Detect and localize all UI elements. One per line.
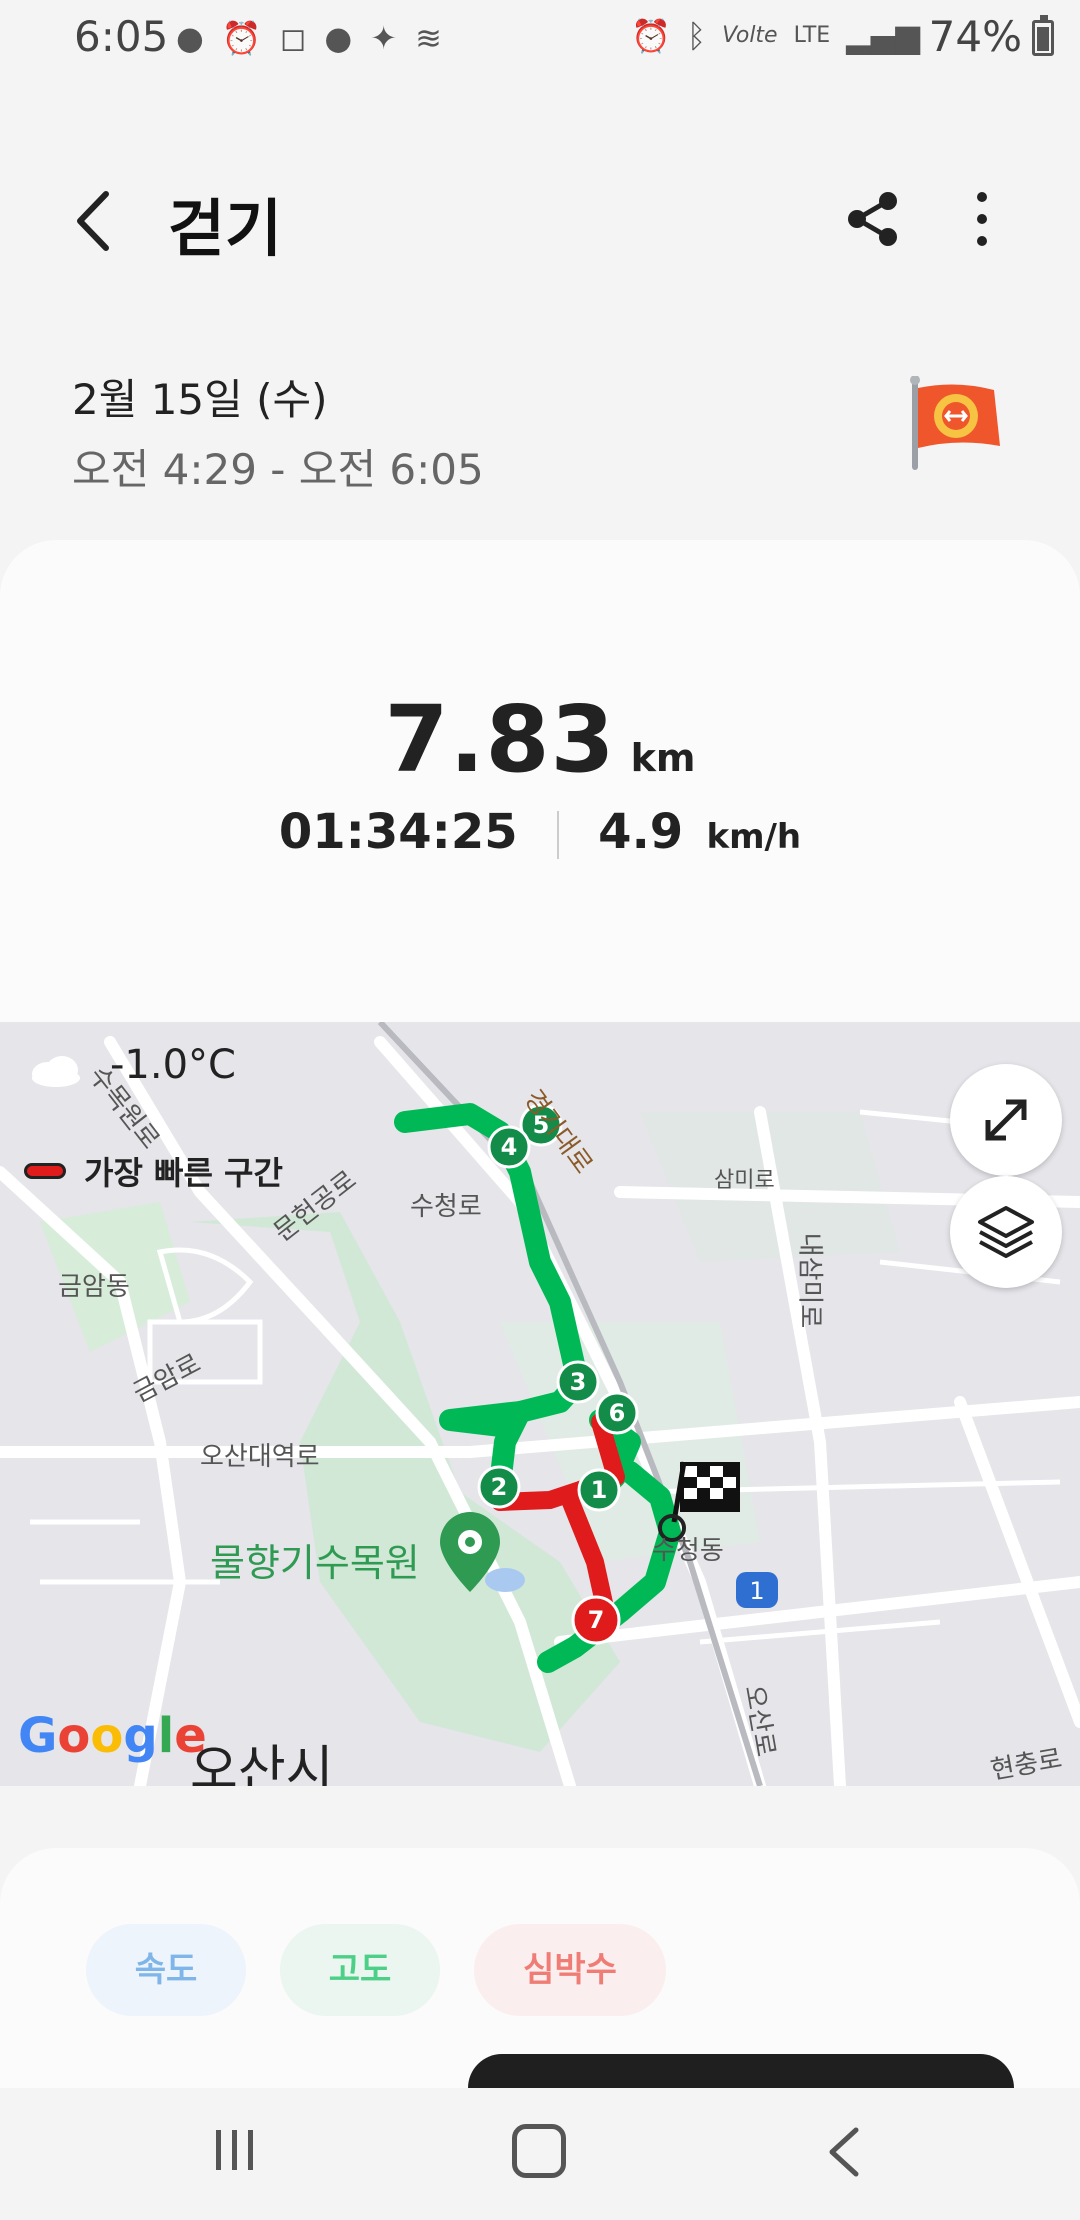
svg-text:4: 4 [501,1133,518,1161]
floating-action-bar[interactable] [468,2054,1014,2088]
alarm-icon: ⏰ [631,17,671,55]
map-layers-button[interactable] [950,1176,1062,1288]
distance-unit: km [630,736,696,780]
share-icon [848,192,897,246]
nav-back-icon[interactable] [820,2124,870,2180]
park-label: 물향기수목원 [210,1541,420,1585]
speed-value: 4.9 [598,804,684,860]
legend-swatch [24,1163,66,1179]
cloud-icon [32,1056,80,1087]
segment-marker-fastest[interactable]: 7 [570,1594,622,1646]
map-label: 오산대역로 [200,1442,320,1472]
segment-marker[interactable]: 2 [476,1464,522,1510]
status-notification-icons: ● ⏰ ◻ ● ✦ ≋ [176,18,442,58]
alarm-icon: ⏰ [221,19,262,57]
expand-map-button[interactable] [950,1064,1062,1176]
battery-icon [1032,15,1054,56]
duration-value: 01:34:25 [278,804,518,860]
svg-text:1: 1 [749,1577,764,1605]
more-options-button[interactable] [960,188,1004,250]
map-label: 삼미로 [714,1168,775,1193]
app-icon: ✦ [370,19,398,57]
map-legend: 가장 빠른 구간 [24,1148,283,1194]
volte-icon: Volte [722,23,778,48]
chevron-left-icon [77,191,109,251]
city-label: 오산시 [190,1741,334,1786]
speed-unit: km/h [706,817,802,857]
map-label: 내삼미로 [794,1232,825,1329]
svg-text:1: 1 [591,1476,608,1504]
app-header: 걷기 [0,150,1080,290]
battery-percent: 74% [928,12,1022,61]
tab-speed[interactable]: 속도 [86,1924,246,2016]
status-bar: 6:05 ● ⏰ ◻ ● ✦ ≋ ⏰ ᛒ Volte LTE ▂▄▆ 74% [0,0,1080,78]
map-label: 금암동 [58,1272,130,1302]
segment-marker[interactable]: 6 [594,1390,640,1436]
svg-text:3: 3 [570,1368,587,1396]
chat-icon: ● [324,19,353,57]
wifi-icon: ≋ [415,19,442,57]
svg-text:2: 2 [491,1473,508,1501]
chat-icon: ● [176,19,204,57]
status-time: 6:05 [74,12,169,61]
map-label: 수청동 [652,1536,724,1566]
route-map[interactable]: 5 4 3 6 2 1 7 1 수목원로 문헌공로 수청로 경기대로 삼미로 내… [0,1022,1080,1786]
map-label: 수청로 [410,1192,482,1222]
bluetooth-icon: ᛒ [686,17,707,55]
segment-marker[interactable]: 1 [576,1467,622,1513]
recent-apps-icon[interactable] [210,2124,260,2176]
flag-badge-icon[interactable] [906,375,1006,476]
session-time-range: 오전 4:29 - 오전 6:05 [72,445,484,494]
home-icon[interactable] [512,2124,566,2178]
expand-icon [985,1099,1027,1141]
lte-icon: LTE [793,23,831,48]
distance-row: 7.83 km [0,686,1080,793]
session-date: 2월 15일 (수) [72,375,328,424]
layers-icon [978,1206,1034,1258]
back-button[interactable] [66,186,126,256]
legend-label: 가장 빠른 구간 [84,1154,283,1192]
google-logo: Google [18,1708,207,1764]
tab-heart-rate[interactable]: 심박수 [474,1924,666,2016]
signal-icon: ▂▄▆ [846,17,920,55]
more-vertical-icon [977,192,987,246]
svg-text:6: 6 [609,1399,626,1427]
instagram-icon: ◻ [279,19,307,57]
share-button[interactable] [842,188,904,250]
page-title: 걷기 [168,192,283,265]
charts-card: 속도 고도 심박수 [0,1848,1080,2088]
tab-altitude[interactable]: 고도 [280,1924,440,2016]
system-nav-bar [0,2088,1080,2220]
svg-text:7: 7 [588,1606,605,1634]
distance-value: 7.83 [384,686,616,793]
temperature-label: -1.0°C [110,1042,236,1088]
road-number-marker: 1 [736,1572,778,1608]
stats-divider [556,811,559,859]
stats-row: 01:34:25 4.9 km/h [0,804,1080,860]
status-system-icons: ⏰ ᛒ Volte LTE ▂▄▆ [631,16,920,56]
segment-marker[interactable]: 4 [486,1124,532,1170]
